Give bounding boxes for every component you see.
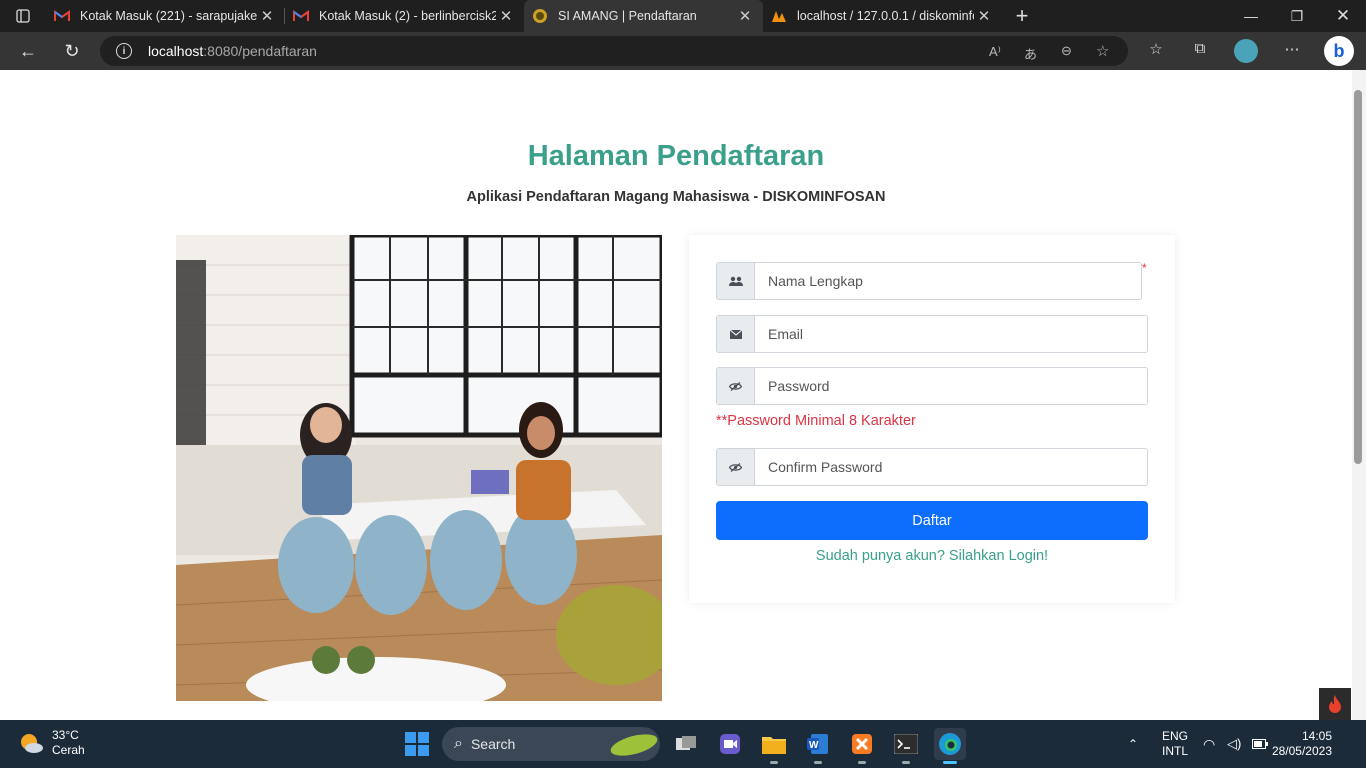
- name-field-group: [716, 262, 1142, 300]
- tab-title: SI AMANG | Pendaftaran: [558, 9, 697, 23]
- tab-title: Kotak Masuk (2) - berlinbercisk22: [319, 9, 496, 23]
- collections-icon[interactable]: ⧉: [1188, 40, 1212, 57]
- registration-card: * **Password Minimal 8 Karakter Daftar S…: [689, 235, 1175, 603]
- weather-desc: Cerah: [52, 743, 85, 757]
- svg-text:W: W: [809, 740, 819, 751]
- close-tab-icon[interactable]: ✕: [257, 7, 277, 25]
- required-indicator: *: [1142, 261, 1147, 275]
- sun-cloud-icon: [21, 734, 43, 753]
- email-field-group: [716, 315, 1148, 353]
- terminal-icon[interactable]: [890, 728, 922, 764]
- gmail-icon: [54, 8, 70, 24]
- tab-phpmyadmin[interactable]: localhost / 127.0.0.1 / diskominfosan ✕: [763, 0, 1002, 32]
- address-bar[interactable]: i localhost:8080/pendaftaran: [100, 36, 1128, 66]
- leaf-icon: [610, 734, 658, 756]
- minimize-icon[interactable]: —: [1228, 0, 1274, 32]
- zoom-out-icon[interactable]: ⊖: [1061, 43, 1072, 59]
- more-icon[interactable]: ⋯: [1280, 40, 1304, 58]
- add-favorite-icon[interactable]: ☆: [1096, 42, 1109, 60]
- flame-icon[interactable]: [1319, 688, 1351, 720]
- eye-slash-icon[interactable]: [717, 449, 755, 485]
- clock-time: 14:05: [1301, 729, 1332, 743]
- task-view-icon[interactable]: [670, 728, 702, 760]
- browser-tab-bar: Kotak Masuk (221) - sarapujakesuma ✕ Kot…: [0, 0, 1366, 32]
- lang-code: ENG: [1162, 729, 1189, 743]
- xampp-icon[interactable]: [846, 728, 878, 764]
- tab-gmail-2[interactable]: Kotak Masuk (2) - berlinbercisk22 ✕: [285, 0, 524, 32]
- show-hidden-icons[interactable]: ⌃: [1128, 720, 1138, 768]
- users-icon: [717, 263, 755, 299]
- start-icon[interactable]: [401, 728, 433, 760]
- office-photo: [176, 235, 662, 701]
- favorites-icon[interactable]: ☆: [1144, 40, 1168, 58]
- clock-date: 28/05/2023: [1271, 744, 1332, 758]
- new-tab-icon[interactable]: +: [1002, 0, 1042, 32]
- weather-widget[interactable]: 33°C Cerah: [18, 728, 85, 758]
- email-input[interactable]: [755, 316, 1147, 352]
- lang-layout: INTL: [1162, 744, 1189, 758]
- envelope-icon: [717, 316, 755, 352]
- close-tab-icon[interactable]: ✕: [735, 7, 755, 25]
- url-path: :8080/pendaftaran: [203, 43, 317, 59]
- confirm-password-input[interactable]: [755, 449, 1147, 485]
- file-explorer-icon[interactable]: [758, 728, 790, 764]
- running-indicator: [814, 761, 822, 764]
- eye-slash-icon[interactable]: [717, 368, 755, 404]
- battery-icon[interactable]: [1252, 720, 1268, 768]
- restore-icon[interactable]: ❐: [1274, 0, 1320, 32]
- refresh-icon[interactable]: ↻: [50, 32, 94, 70]
- bing-icon[interactable]: b: [1324, 36, 1354, 66]
- password-field-group: [716, 367, 1148, 405]
- tab-title: localhost / 127.0.0.1 / diskominfosan: [797, 9, 974, 23]
- url-host: localhost: [148, 43, 204, 59]
- close-tab-icon[interactable]: ✕: [496, 7, 516, 25]
- search-label: Search: [470, 736, 516, 752]
- login-link[interactable]: Sudah punya akun? Silahkan Login!: [716, 548, 1148, 564]
- register-button[interactable]: Daftar: [716, 501, 1148, 540]
- tab-actions-icon[interactable]: [0, 0, 46, 32]
- close-tab-icon[interactable]: ✕: [974, 7, 994, 25]
- clock[interactable]: 14:05 28/05/2023: [1272, 720, 1332, 768]
- running-indicator: [902, 761, 910, 764]
- active-indicator: [943, 761, 957, 764]
- translate-icon[interactable]: あ: [1024, 44, 1037, 63]
- site-info-icon[interactable]: i: [116, 43, 132, 59]
- profile-avatar[interactable]: [1234, 39, 1258, 63]
- tab-gmail-1[interactable]: Kotak Masuk (221) - sarapujakesuma ✕: [46, 0, 285, 32]
- running-indicator: [770, 761, 778, 764]
- password-hint: **Password Minimal 8 Karakter: [716, 413, 916, 429]
- running-indicator: [858, 761, 866, 764]
- language-indicator[interactable]: ENG INTL: [1162, 720, 1188, 768]
- read-aloud-icon[interactable]: A⁾: [989, 44, 1001, 60]
- windows-taskbar: 33°C Cerah ⌕ Search W ⌃ ENG INTL ◠ ◁) 14…: [0, 720, 1366, 768]
- password-input[interactable]: [755, 368, 1147, 404]
- meet-icon[interactable]: [714, 728, 746, 760]
- seal-icon: [532, 8, 548, 24]
- page-subtitle: Aplikasi Pendaftaran Magang Mahasiswa - …: [466, 189, 886, 205]
- phpmyadmin-icon: [771, 8, 787, 24]
- volume-icon[interactable]: ◁): [1227, 720, 1241, 768]
- wifi-icon[interactable]: ◠: [1203, 720, 1215, 768]
- tab-title: Kotak Masuk (221) - sarapujakesuma: [80, 9, 257, 23]
- scrollbar-thumb[interactable]: [1354, 90, 1362, 464]
- weather-temp: 33°C: [52, 728, 79, 742]
- page-scrollbar[interactable]: [1352, 70, 1366, 720]
- full-name-input[interactable]: [755, 263, 1141, 299]
- search-icon: ⌕: [454, 735, 463, 752]
- word-icon[interactable]: W: [802, 728, 834, 764]
- taskbar-search[interactable]: ⌕ Search: [442, 727, 660, 761]
- page-title: Halaman Pendaftaran: [527, 140, 825, 172]
- back-icon[interactable]: ←: [6, 32, 50, 70]
- page-viewport: Halaman Pendaftaran Aplikasi Pendaftaran…: [0, 70, 1352, 720]
- confirm-password-field-group: [716, 448, 1148, 486]
- edge-icon[interactable]: [934, 728, 966, 764]
- close-window-icon[interactable]: ✕: [1320, 0, 1366, 32]
- gmail-icon: [293, 8, 309, 24]
- tab-pendaftaran-active[interactable]: SI AMANG | Pendaftaran ✕: [524, 0, 763, 32]
